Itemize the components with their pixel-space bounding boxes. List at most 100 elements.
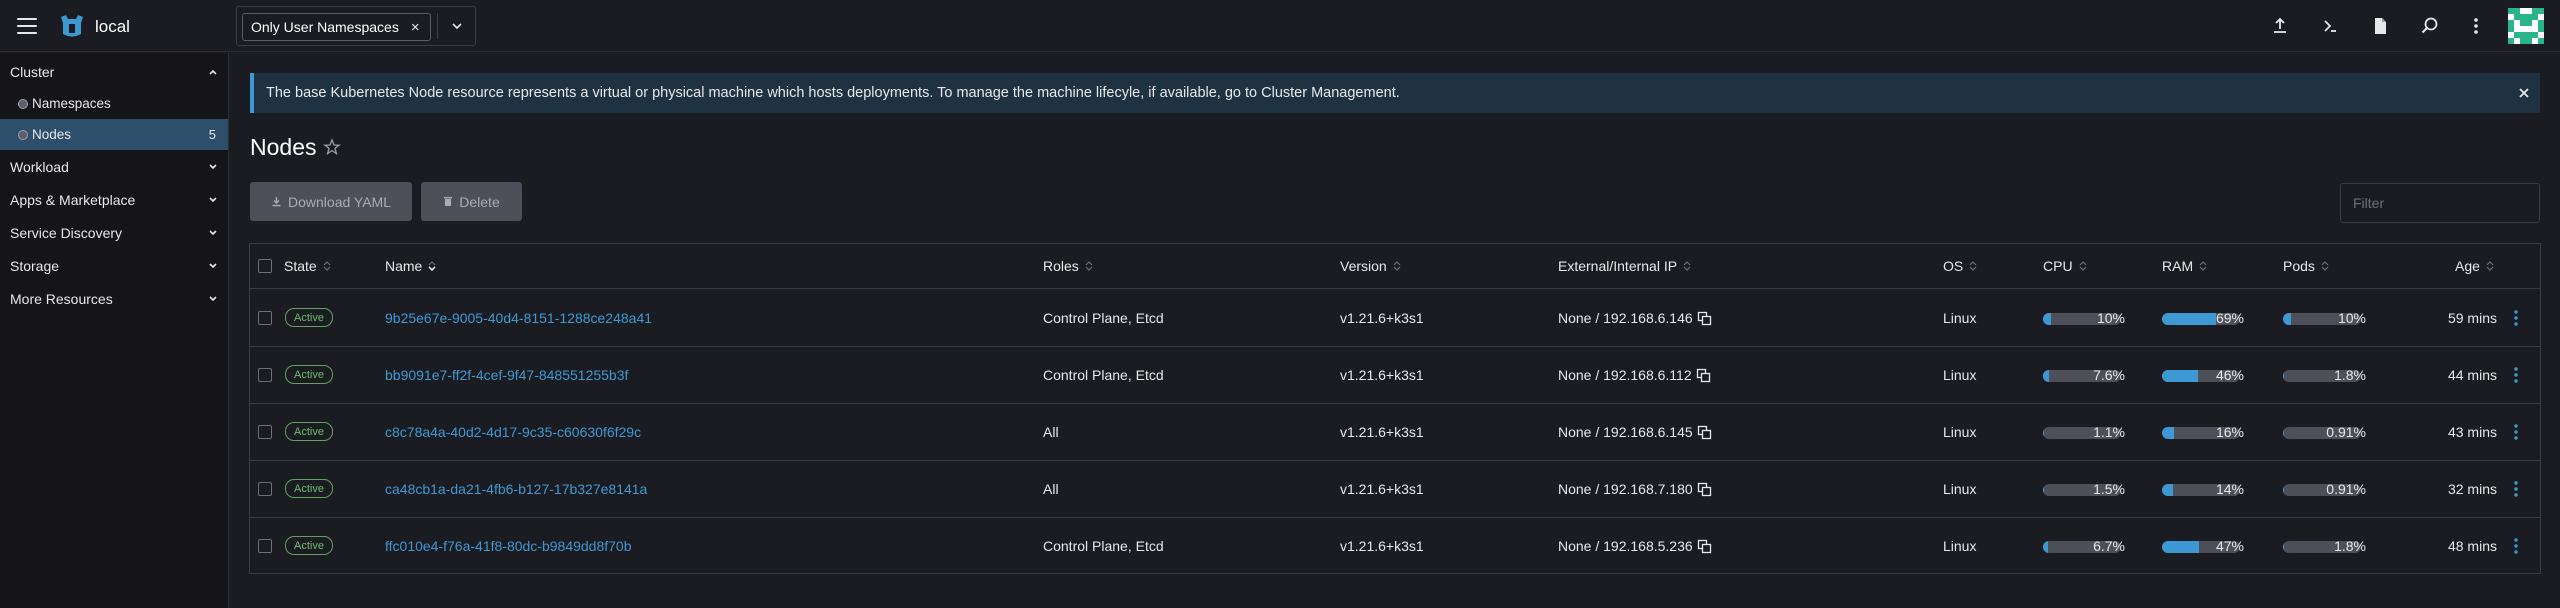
table-row[interactable]: Active ffc010e4-f76a-41f8-80dc-b9849dd8f7… [250, 518, 2540, 575]
nodes-table: State Name Roles Version External/Intern… [249, 243, 2541, 574]
node-version: v1.21.6+k3s1 [1340, 310, 1424, 326]
sort-desc-icon [428, 261, 436, 272]
row-checkbox[interactable] [258, 311, 272, 325]
node-age: 43 mins [2447, 424, 2497, 440]
sort-icon [2199, 261, 2207, 271]
chevron-down-icon[interactable] [451, 20, 463, 32]
cpu-usage-value: 7.6% [2093, 367, 2125, 383]
cpu-usage-fill [2043, 484, 2045, 496]
sidebar-item-namespaces[interactable]: Namespaces [0, 88, 228, 119]
node-version: v1.21.6+k3s1 [1340, 538, 1424, 554]
chevron-down-icon[interactable] [208, 228, 218, 238]
select-all-checkbox[interactable] [258, 259, 272, 273]
node-name-link[interactable]: bb9091e7-ff2f-4cef-9f47-848551255b3f [385, 367, 628, 383]
copy-icon[interactable] [1697, 311, 1712, 326]
node-name-link[interactable]: ffc010e4-f76a-41f8-80dc-b9849dd8f70b [385, 538, 632, 554]
menu-icon[interactable] [17, 18, 37, 34]
status-badge: Active [285, 365, 333, 384]
node-name-link[interactable]: c8c78a4a-40d2-4d17-9c35-c60630f6f29c [385, 424, 641, 440]
table-row[interactable]: Active 9b25e67e-9005-40d4-8151-1288ce248a… [250, 290, 2540, 347]
pods-usage-value: 0.91% [2326, 481, 2366, 497]
cpu-usage-fill [2043, 427, 2044, 439]
close-icon[interactable] [2516, 85, 2532, 101]
row-checkbox[interactable] [258, 482, 272, 496]
chevron-down-icon[interactable] [208, 294, 218, 304]
row-actions-icon[interactable] [2513, 537, 2519, 555]
cpu-usage-fill [2043, 541, 2049, 553]
shell-icon[interactable] [2320, 16, 2340, 36]
sidebar-group-workload[interactable]: Workload [0, 150, 228, 183]
download-yaml-button[interactable]: Download YAML [250, 182, 412, 221]
sidebar-group-more-resources[interactable]: More Resources [0, 282, 228, 315]
column-header-ram[interactable]: RAM [2162, 258, 2207, 274]
more-vert-icon[interactable] [2466, 16, 2486, 36]
column-header-version[interactable]: Version [1340, 258, 1401, 274]
chip-remove-icon[interactable]: × [411, 19, 420, 36]
column-header-ip[interactable]: External/Internal IP [1558, 258, 1691, 274]
user-avatar[interactable] [2508, 8, 2544, 44]
pods-usage-value: 10% [2337, 310, 2366, 326]
sidebar-group-label: Apps & Marketplace [10, 191, 136, 208]
filter-input[interactable] [2340, 183, 2540, 223]
column-header-state[interactable]: State [284, 258, 331, 274]
download-yaml-label: Download YAML [288, 193, 391, 210]
upload-icon[interactable] [2270, 16, 2290, 36]
node-os: Linux [1943, 481, 1977, 497]
row-actions-icon[interactable] [2513, 480, 2519, 498]
column-header-os[interactable]: OS [1943, 258, 1977, 274]
copy-icon[interactable] [1696, 368, 1711, 383]
chevron-up-icon[interactable] [208, 67, 218, 77]
column-header-roles[interactable]: Roles [1043, 258, 1093, 274]
node-roles: Control Plane, Etcd [1043, 538, 1164, 554]
node-version: v1.21.6+k3s1 [1340, 424, 1424, 440]
node-roles: All [1043, 424, 1059, 440]
chevron-down-icon[interactable] [208, 195, 218, 205]
table-row[interactable]: Active bb9091e7-ff2f-4cef-9f47-848551255b… [250, 347, 2540, 404]
column-header-name[interactable]: Name [385, 258, 436, 274]
star-icon[interactable] [323, 138, 341, 156]
sort-icon [2321, 261, 2329, 271]
namespace-chip[interactable]: Only User Namespaces × [242, 13, 431, 41]
column-header-age[interactable]: Age [2455, 258, 2494, 274]
delete-button[interactable]: Delete [421, 182, 522, 221]
node-os: Linux [1943, 367, 1977, 383]
column-header-cpu[interactable]: CPU [2043, 258, 2087, 274]
copy-icon[interactable] [1697, 539, 1712, 554]
ram-usage-value: 16% [2215, 424, 2244, 440]
sidebar-group-storage[interactable]: Storage [0, 249, 228, 282]
namespace-filter-select[interactable]: Only User Namespaces × [236, 6, 476, 46]
pods-usage-value: 1.8% [2334, 538, 2366, 554]
sort-icon [1393, 261, 1401, 271]
table-row[interactable]: Active c8c78a4a-40d2-4d17-9c35-c60630f6f2… [250, 404, 2540, 461]
row-checkbox[interactable] [258, 368, 272, 382]
chevron-down-icon[interactable] [208, 261, 218, 271]
search-icon[interactable] [2420, 16, 2440, 36]
node-name-link[interactable]: ca48cb1a-da21-4fb6-b127-17b327e8141a [385, 481, 647, 497]
cluster-name[interactable]: local [95, 17, 130, 37]
node-ip: None / 192.168.6.112 [1558, 367, 1711, 383]
row-actions-icon[interactable] [2513, 309, 2519, 327]
row-actions-icon[interactable] [2513, 423, 2519, 441]
pods-usage-value: 0.91% [2326, 424, 2366, 440]
sidebar-item-nodes[interactable]: Nodes 5 [0, 119, 228, 150]
copy-icon[interactable] [1697, 482, 1712, 497]
ram-usage-value: 14% [2215, 481, 2244, 497]
sidebar-group-cluster[interactable]: Cluster [0, 55, 228, 88]
row-actions-icon[interactable] [2513, 366, 2519, 384]
node-name-link[interactable]: 9b25e67e-9005-40d4-8151-1288ce248a41 [385, 310, 652, 326]
sidebar-group-service-discovery[interactable]: Service Discovery [0, 216, 228, 249]
pods-usage-fill [2283, 313, 2291, 325]
node-ip: None / 192.168.5.236 [1558, 538, 1712, 554]
copy-icon[interactable] [1697, 425, 1712, 440]
row-checkbox[interactable] [258, 425, 272, 439]
file-icon[interactable] [2370, 16, 2390, 36]
sidebar-group-apps[interactable]: Apps & Marketplace [0, 183, 228, 216]
table-row[interactable]: Active ca48cb1a-da21-4fb6-b127-17b327e814… [250, 461, 2540, 518]
node-version: v1.21.6+k3s1 [1340, 367, 1424, 383]
ram-usage-value: 46% [2215, 367, 2244, 383]
column-header-pods[interactable]: Pods [2283, 258, 2329, 274]
status-badge: Active [285, 536, 333, 555]
cluster-logo-icon[interactable] [58, 12, 86, 40]
row-checkbox[interactable] [258, 539, 272, 553]
chevron-down-icon[interactable] [208, 162, 218, 172]
